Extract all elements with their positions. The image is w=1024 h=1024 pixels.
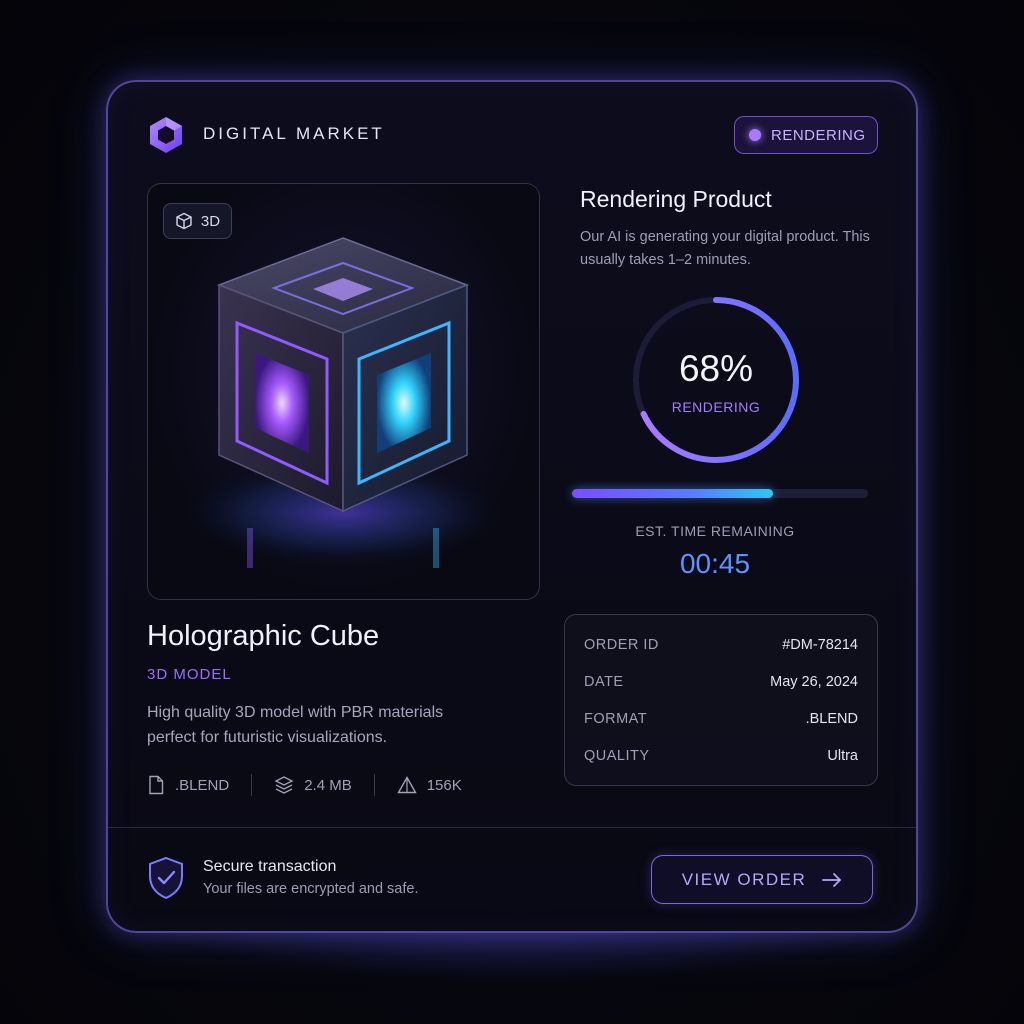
file-icon	[149, 775, 164, 795]
status-badge: RENDERING	[734, 116, 878, 154]
progress-bar	[572, 489, 868, 498]
order-key: FORMAT	[584, 711, 648, 727]
cube-outline-icon	[176, 212, 192, 230]
order-row-date: DATE May 26, 2024	[584, 674, 858, 690]
progress-percent: 68%	[678, 348, 754, 389]
order-row-quality: QUALITY Ultra	[584, 748, 858, 764]
secure-subtitle: Your files are encrypted and safe.	[203, 881, 419, 897]
meta-format: .BLEND	[147, 775, 229, 795]
badge-3d: 3D	[163, 203, 232, 239]
product-description: High quality 3D model with PBR materials…	[147, 704, 444, 746]
product-meta: .BLEND 2.4 MB 156K	[147, 772, 462, 798]
brand-name: DIGITAL MARKET	[203, 124, 385, 143]
meta-polycount: 156K	[397, 775, 462, 795]
progress-status-label: RENDERING	[671, 399, 761, 415]
holographic-cube-image	[173, 237, 513, 568]
order-value: #DM-78214	[782, 637, 858, 653]
meta-divider	[251, 774, 253, 796]
secure-title: Secure transaction	[203, 858, 337, 875]
order-key: QUALITY	[584, 748, 650, 764]
status-dot-icon	[749, 129, 761, 141]
order-value: Ultra	[827, 748, 858, 764]
shield-check-icon	[149, 856, 183, 900]
view-order-label: VIEW ORDER	[681, 869, 807, 889]
meta-size-label: 2.4 MB	[304, 776, 352, 794]
render-title: Rendering Product	[580, 186, 772, 212]
order-value: May 26, 2024	[770, 674, 858, 690]
meta-size: 2.4 MB	[274, 775, 352, 795]
status-label: RENDERING	[771, 126, 866, 144]
order-key: DATE	[584, 674, 624, 690]
progress-bar-fill	[572, 489, 774, 498]
badge-3d-label: 3D	[200, 212, 221, 230]
eta-value: 00:45	[679, 548, 751, 579]
meta-divider	[373, 774, 375, 796]
triangle-icon	[397, 776, 417, 794]
order-key: ORDER ID	[584, 637, 659, 653]
order-row-format: FORMAT .BLEND	[584, 711, 858, 727]
meta-format-label: .BLEND	[175, 776, 230, 794]
render-description: Our AI is generating your digital produc…	[580, 229, 870, 268]
arrow-right-icon	[822, 872, 842, 887]
hexagon-logo-icon	[150, 117, 182, 153]
layers-icon	[274, 776, 294, 794]
footer-divider	[108, 827, 916, 828]
order-value: .BLEND	[805, 711, 858, 727]
meta-polycount-label: 156K	[426, 776, 462, 794]
eta-label: EST. TIME REMAINING	[635, 523, 795, 539]
product-title: Holographic Cube	[147, 620, 380, 652]
order-row-id: ORDER ID #DM-78214	[584, 637, 858, 653]
view-order-button[interactable]: VIEW ORDER	[651, 855, 873, 904]
product-category: 3D MODEL	[147, 666, 232, 683]
